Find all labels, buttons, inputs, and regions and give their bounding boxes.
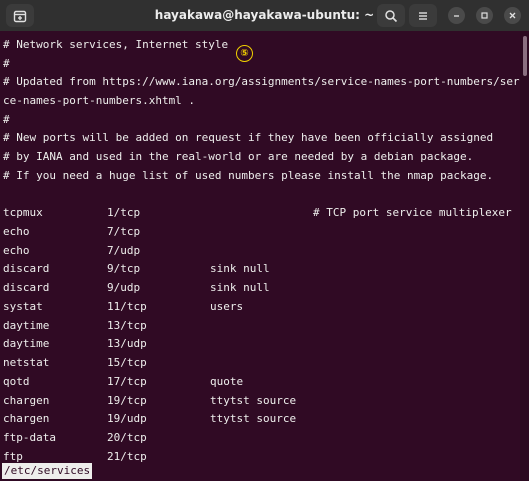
search-button[interactable] <box>377 4 405 27</box>
maximize-button[interactable] <box>476 7 493 24</box>
service-port: 9/tcp <box>107 262 141 275</box>
service-aliases: ttytst source <box>210 412 297 425</box>
search-icon <box>385 9 398 22</box>
service-port: 13/udp <box>107 337 147 350</box>
hamburger-menu-icon <box>419 11 427 20</box>
service-name: discard <box>3 281 50 294</box>
terminal-line: # by IANA and used in the real-world or … <box>3 150 474 163</box>
service-port: 20/tcp <box>107 431 147 444</box>
service-name: chargen <box>3 394 50 407</box>
close-button[interactable] <box>504 7 521 24</box>
terminal-window: hayakawa@hayakawa-ubuntu: ~ # Network se… <box>0 0 529 481</box>
service-name: echo <box>3 225 30 238</box>
service-name: discard <box>3 262 50 275</box>
service-port: 15/tcp <box>107 356 147 369</box>
service-port: 21/tcp <box>107 450 147 463</box>
service-name: daytime <box>3 319 50 332</box>
service-aliases: quote <box>210 375 244 388</box>
service-aliases: sink null <box>210 262 270 275</box>
service-aliases: sink null <box>210 281 270 294</box>
terminal-line: # New ports will be added on request if … <box>3 131 494 144</box>
step-marker: ⑤ <box>236 45 253 62</box>
menu-button[interactable] <box>409 4 437 27</box>
title-bar: hayakawa@hayakawa-ubuntu: ~ <box>0 0 529 31</box>
scrollbar[interactable] <box>520 31 529 481</box>
terminal-line: # Network services, Internet style <box>3 38 229 51</box>
scrollbar-thumb[interactable] <box>523 36 527 76</box>
terminal-line: ce-names-port-numbers.xhtml . <box>3 94 196 107</box>
service-port: 19/tcp <box>107 394 147 407</box>
service-port: 19/udp <box>107 412 147 425</box>
service-name: netstat <box>3 356 50 369</box>
service-port: 7/tcp <box>107 225 141 238</box>
minimize-button[interactable] <box>448 7 465 24</box>
service-name: ftp-data <box>3 431 56 444</box>
service-port: 17/tcp <box>107 375 147 388</box>
service-aliases: ttytst source <box>210 394 297 407</box>
service-name: systat <box>3 300 43 313</box>
terminal-output[interactable]: # Network services, Internet style # # U… <box>0 31 529 481</box>
maximize-icon <box>481 12 488 19</box>
service-port: 13/tcp <box>107 319 147 332</box>
service-aliases: users <box>210 300 244 313</box>
service-port: 1/tcp <box>107 206 141 219</box>
service-name: qotd <box>3 375 30 388</box>
terminal-line: # <box>3 57 10 70</box>
service-name: echo <box>3 244 30 257</box>
service-name: tcpmux <box>3 206 43 219</box>
terminal-line: # If you need a huge list of used number… <box>3 169 494 182</box>
pager-status-line: /etc/services <box>2 463 93 479</box>
service-port: 9/udp <box>107 281 141 294</box>
service-port: 7/udp <box>107 244 141 257</box>
close-icon <box>509 12 516 19</box>
service-comment: # TCP port service multiplexer <box>313 206 512 219</box>
service-name: chargen <box>3 412 50 425</box>
minimize-icon <box>454 15 459 17</box>
service-port: 11/tcp <box>107 300 147 313</box>
terminal-line: # <box>3 113 10 126</box>
terminal-line: # Updated from https://www.iana.org/assi… <box>3 75 529 88</box>
service-name: daytime <box>3 337 50 350</box>
